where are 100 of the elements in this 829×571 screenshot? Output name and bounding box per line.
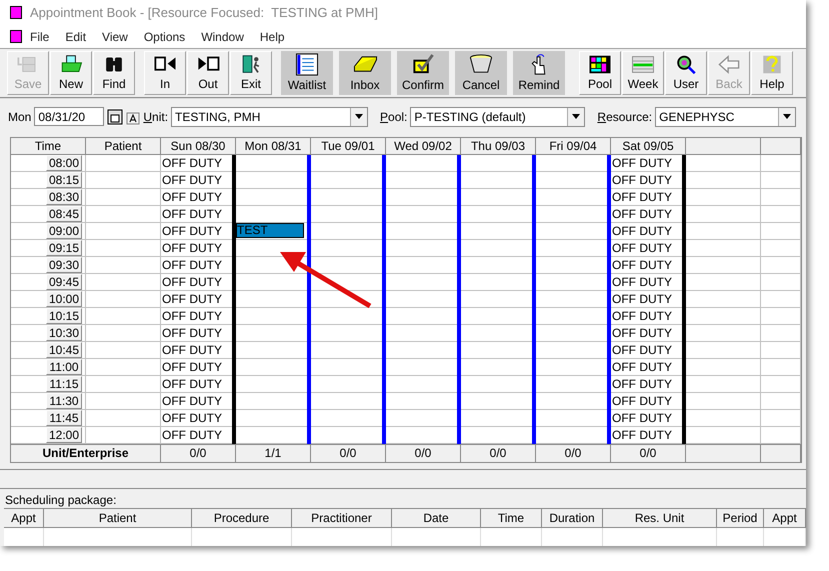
column-header: Mon 08/31 xyxy=(236,138,311,155)
time-slot[interactable]: 08:30 xyxy=(46,188,82,205)
toolbar-button[interactable]: In xyxy=(144,50,186,95)
time-slot[interactable]: 09:00 xyxy=(46,222,82,239)
app-icon xyxy=(10,30,22,44)
off-duty-label: OFF DUTY xyxy=(612,172,672,187)
toolbar-button[interactable]: Inbox xyxy=(339,50,391,95)
grid-cell xyxy=(761,206,801,223)
off-duty-label: OFF DUTY xyxy=(162,394,222,408)
time-slot[interactable]: 08:00 xyxy=(46,154,82,171)
time-slot[interactable]: 11:30 xyxy=(46,392,82,409)
off-duty-label: OFF DUTY xyxy=(162,428,222,442)
grid-cell xyxy=(761,342,801,359)
time-slot[interactable]: 11:15 xyxy=(46,376,82,392)
toolbar-button[interactable]: User xyxy=(665,50,707,95)
grid-cell xyxy=(761,376,801,393)
grid-cell xyxy=(761,392,801,410)
column-header: Sat 09/05 xyxy=(611,138,686,155)
column-header: Wed 09/02 xyxy=(386,138,461,155)
toolbar-button[interactable]: Pool xyxy=(579,50,621,95)
total-cell: 0/0 xyxy=(461,444,536,462)
column-header: Appt xyxy=(764,508,806,528)
off-duty-label: OFF DUTY xyxy=(162,240,222,255)
column-header: Procedure xyxy=(192,508,292,528)
column-header: Time xyxy=(481,508,542,528)
calendar-icon[interactable] xyxy=(107,108,124,125)
total-cell: 0/0 xyxy=(611,444,686,462)
grid-cell xyxy=(761,358,801,376)
off-duty-label: OFF DUTY xyxy=(162,206,222,221)
off-duty-label: OFF DUTY xyxy=(162,292,222,306)
off-duty-label: OFF DUTY xyxy=(612,428,672,442)
time-slot[interactable]: 11:45 xyxy=(46,410,82,426)
date-field[interactable]: 08/31/20 xyxy=(34,107,104,126)
toolbar-button[interactable]: Cancel xyxy=(455,50,507,95)
time-slot[interactable]: 08:15 xyxy=(46,172,82,188)
off-duty-label: OFF DUTY xyxy=(612,394,672,408)
off-duty-label: OFF DUTY xyxy=(162,156,222,170)
grid-cell xyxy=(761,274,801,291)
menu-item[interactable]: Help xyxy=(252,30,293,44)
time-slot[interactable]: 10:30 xyxy=(46,324,82,341)
toolbar-button[interactable]: Help xyxy=(751,50,793,95)
menu-item[interactable]: View xyxy=(94,30,136,44)
off-duty-label: OFF DUTY xyxy=(612,240,672,255)
field-label: Resource: xyxy=(597,110,652,124)
field-label: Pool: xyxy=(380,110,408,124)
column-header: Sun 08/30 xyxy=(161,138,236,155)
time-slot[interactable]: 09:15 xyxy=(46,240,82,256)
grid-cell xyxy=(761,188,801,206)
menu-item[interactable]: Options xyxy=(136,30,194,44)
time-slot[interactable]: 09:30 xyxy=(46,256,82,273)
off-duty-label: OFF DUTY xyxy=(612,224,672,238)
time-slot[interactable]: 11:00 xyxy=(46,358,82,375)
column-header: Date xyxy=(392,508,481,528)
menu-item[interactable]: File xyxy=(22,30,58,44)
off-duty-label: OFF DUTY xyxy=(162,308,222,323)
app-icon xyxy=(10,6,22,20)
off-duty-label: OFF DUTY xyxy=(612,326,672,340)
toolbar-button[interactable]: Week xyxy=(622,50,664,95)
toolbar-button[interactable]: Waitlist xyxy=(281,50,333,95)
off-duty-label: OFF DUTY xyxy=(162,326,222,340)
column-header: Fri 09/04 xyxy=(536,138,611,155)
toolbar-button[interactable]: New xyxy=(50,50,92,95)
dropdown[interactable]: TESTING, PMH xyxy=(171,106,368,127)
total-cell: 0/0 xyxy=(536,444,611,462)
column-header: Duration xyxy=(542,508,603,528)
column-header: Res. Unit xyxy=(603,508,717,528)
time-slot[interactable]: 12:00 xyxy=(46,426,82,443)
off-duty-label: OFF DUTY xyxy=(612,274,672,289)
list-icon xyxy=(293,52,321,76)
time-slot[interactable]: 08:45 xyxy=(46,206,82,222)
time-slot[interactable]: 09:45 xyxy=(46,274,82,290)
off-duty-label: OFF DUTY xyxy=(162,190,222,204)
time-slot[interactable]: 10:15 xyxy=(46,308,82,324)
grid-cell xyxy=(761,308,801,325)
field-label: Unit: xyxy=(143,110,168,124)
appointment-block[interactable]: TEST xyxy=(236,222,304,238)
off-duty-label: OFF DUTY xyxy=(162,274,222,289)
grid-cell xyxy=(761,410,801,427)
off-duty-label: OFF DUTY xyxy=(162,224,222,238)
off-duty-label: OFF DUTY xyxy=(162,360,222,374)
off-duty-label: OFF DUTY xyxy=(612,190,672,204)
dropdown[interactable]: P-TESTING (default) xyxy=(410,106,586,127)
time-slot[interactable]: 10:45 xyxy=(46,342,82,358)
menu-item[interactable]: Edit xyxy=(57,30,94,44)
total-cell: 0/0 xyxy=(311,444,386,462)
toolbar-button[interactable]: Confirm xyxy=(397,50,449,95)
off-duty-label: OFF DUTY xyxy=(162,410,222,425)
caret-icon xyxy=(572,114,580,120)
off-duty-label: OFF DUTY xyxy=(612,308,672,323)
section-label: Scheduling package: xyxy=(4,492,118,508)
time-slot[interactable]: 10:00 xyxy=(46,290,82,307)
total-cell: 1/1 xyxy=(236,444,311,462)
toolbar-button[interactable]: Remind xyxy=(513,50,565,95)
dropdown[interactable]: GENEPHYSC xyxy=(655,106,796,127)
column-header: Appt xyxy=(4,508,44,528)
toolbar-button[interactable]: Find xyxy=(93,50,135,95)
toolbar-button[interactable]: Exit xyxy=(230,50,272,95)
toolbar-button[interactable]: Out xyxy=(187,50,229,95)
menu-item[interactable]: Window xyxy=(193,30,252,44)
total-cell: 0/0 xyxy=(386,444,461,462)
